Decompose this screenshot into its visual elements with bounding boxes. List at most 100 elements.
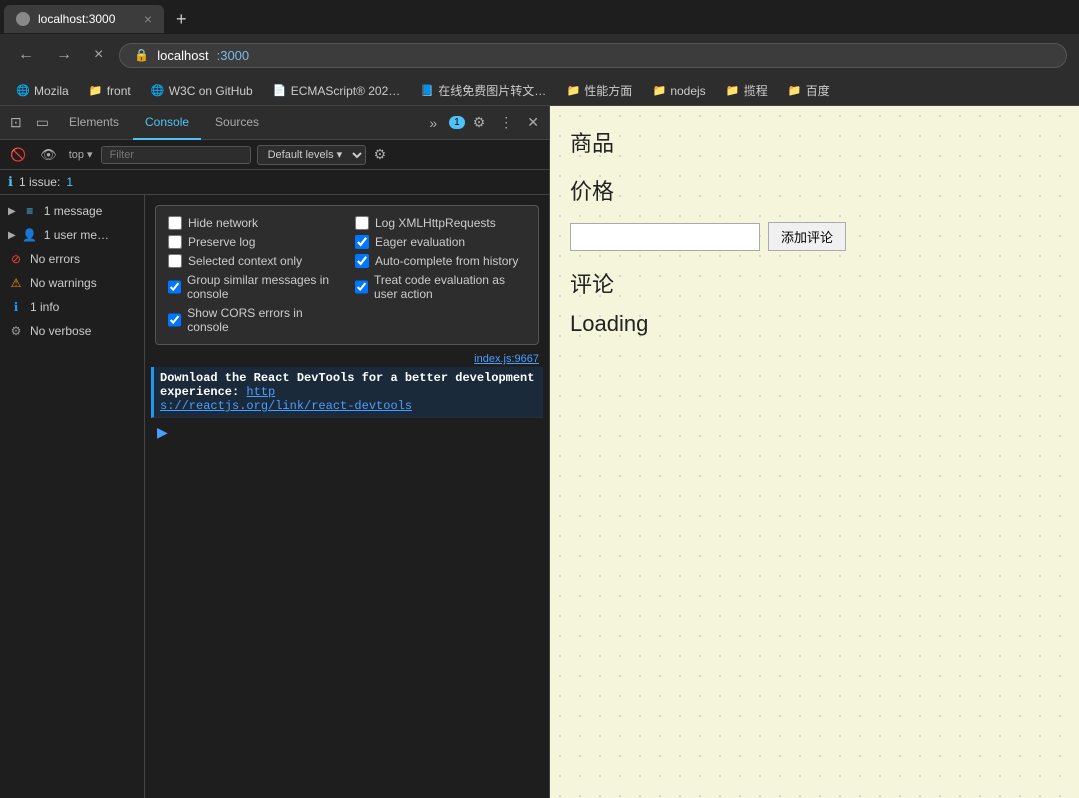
sidebar-user-label: 1 user me…	[44, 228, 109, 242]
bookmark-label: Mozila	[34, 84, 69, 98]
devtools-device-btn[interactable]: ▭	[30, 110, 55, 135]
devtools-toolbar: ⊡ ▭ Elements Console Sources » 1 ⚙ ⋮ ✕	[0, 106, 549, 140]
sidebar-errors-label: No errors	[30, 252, 80, 266]
log-xmlhttp-checkbox[interactable]	[355, 216, 369, 230]
sidebar-item-user-messages[interactable]: ▶ 👤 1 user me…	[0, 223, 144, 247]
settings-autocomplete: Auto-complete from history	[355, 252, 526, 270]
bookmark-perf[interactable]: 📁 性能方面	[558, 80, 640, 101]
expand-icon: ▶	[8, 230, 16, 241]
browser-chrome: localhost:3000 × + ← → × 🔒 localhost:300…	[0, 0, 1079, 106]
active-tab[interactable]: localhost:3000 ×	[4, 5, 164, 33]
sidebar-verbose-label: No verbose	[30, 324, 91, 338]
group-similar-checkbox[interactable]	[168, 280, 181, 294]
settings-log-xmlhttp: Log XMLHttpRequests	[355, 214, 526, 232]
console-main: Hide network Preserve log Selected conte…	[145, 195, 549, 798]
bookmark-tanc[interactable]: 📁 揽程	[718, 80, 776, 101]
bookmark-ecma[interactable]: 📄 ECMAScript® 202…	[265, 82, 409, 100]
bookmark-baidu[interactable]: 📁 百度	[780, 80, 838, 101]
sidebar-item-verbose[interactable]: ⚙ No verbose	[0, 319, 144, 343]
issues-info-icon: ℹ	[8, 174, 13, 190]
selected-context-label: Selected context only	[188, 254, 302, 268]
console-split: ▶ ≡ 1 message ▶ 👤 1 user me… ⊘ No errors…	[0, 195, 549, 798]
expand-icon: ▶	[8, 206, 16, 217]
more-icon[interactable]: »	[423, 111, 443, 135]
filter-input[interactable]	[101, 146, 251, 164]
issues-bar: ℹ 1 issue: 1	[0, 170, 549, 195]
messages-icon: ≡	[22, 203, 38, 219]
devtools-more-btn[interactable]: ⋮	[493, 110, 519, 135]
eager-eval-checkbox[interactable]	[355, 235, 369, 249]
devtools-select-mode-btn[interactable]: ⊡	[4, 110, 28, 135]
bookmarks-bar: 🌐 Mozila 📁 front 🌐 W3C on GitHub 📄 ECMAS…	[0, 76, 1079, 106]
address-protocol: localhost	[157, 48, 208, 63]
tab-close-btn[interactable]: ×	[144, 11, 152, 27]
selected-context-checkbox[interactable]	[168, 254, 182, 268]
webpage-content: 商品 价格 添加评论 评论 Loading	[570, 126, 1059, 337]
bookmark-icon: 📁	[89, 84, 103, 98]
forward-button[interactable]: →	[50, 44, 78, 66]
sidebar-item-info[interactable]: ℹ 1 info	[0, 295, 144, 319]
message-source-link[interactable]: index.js:9667	[474, 353, 539, 365]
bookmark-icon: 📁	[566, 84, 580, 98]
issues-badge: 1	[449, 116, 465, 129]
verbose-icon: ⚙	[8, 323, 24, 339]
tab-title: localhost:3000	[38, 12, 115, 26]
console-eye-btn[interactable]: 👁	[36, 145, 61, 165]
sidebar-item-errors[interactable]: ⊘ No errors	[0, 247, 144, 271]
preserve-log-checkbox[interactable]	[168, 235, 182, 249]
bookmark-label: 性能方面	[584, 82, 632, 99]
bookmark-nodejs[interactable]: 📁 nodejs	[644, 82, 713, 100]
hide-network-checkbox[interactable]	[168, 216, 182, 230]
bookmark-icon: 🌐	[16, 84, 30, 98]
main-area: ⊡ ▭ Elements Console Sources » 1 ⚙ ⋮ ✕ 🚫…	[0, 106, 1079, 798]
sidebar-item-messages[interactable]: ▶ ≡ 1 message	[0, 199, 144, 223]
bookmark-w3c[interactable]: 🌐 W3C on GitHub	[143, 82, 261, 100]
bookmark-mozila[interactable]: 🌐 Mozila	[8, 82, 77, 100]
tab-sources-label: Sources	[215, 115, 259, 129]
show-cors-label: Show CORS errors in console	[187, 306, 339, 334]
issues-label: 1 issue:	[19, 175, 60, 189]
bookmark-label: front	[107, 84, 131, 98]
add-comment-button[interactable]: 添加评论	[768, 222, 846, 251]
bookmark-label: ECMAScript® 202…	[291, 84, 401, 98]
settings-left-col: Hide network Preserve log Selected conte…	[168, 214, 339, 336]
console-gear-btn[interactable]: ⚙	[374, 146, 387, 163]
show-cors-checkbox[interactable]	[168, 313, 181, 327]
autocomplete-checkbox[interactable]	[355, 254, 369, 268]
add-comment-row: 添加评论	[570, 222, 1059, 251]
devtools-settings-btn[interactable]: ⚙	[467, 110, 492, 135]
warning-icon: ⚠	[8, 275, 24, 291]
level-selector[interactable]: Default levels ▾ Verbose Info Warnings E…	[257, 145, 366, 165]
tab-elements[interactable]: Elements	[57, 106, 131, 140]
close-button[interactable]: ×	[88, 44, 109, 66]
tab-elements-label: Elements	[69, 115, 119, 129]
tab-sources[interactable]: Sources	[203, 106, 271, 140]
settings-group-similar: Group similar messages in console	[168, 271, 339, 303]
reviews-label: 评论	[570, 267, 1059, 299]
console-toolbar: 🚫 👁 top ▾ Default levels ▾ Verbose Info …	[0, 140, 549, 170]
console-prompt-row: ▶	[151, 418, 543, 447]
tab-console[interactable]: Console	[133, 106, 201, 140]
bookmark-icon: 📄	[273, 84, 287, 98]
tab-favicon	[16, 12, 30, 26]
bookmark-zaixian[interactable]: 📘 在线免费图片转文…	[412, 80, 554, 101]
comment-input[interactable]	[570, 223, 760, 251]
devtools-close-btn[interactable]: ✕	[521, 110, 545, 135]
new-tab-button[interactable]: +	[168, 7, 195, 32]
bookmark-front[interactable]: 📁 front	[81, 82, 139, 100]
treat-code-checkbox[interactable]	[355, 280, 368, 294]
address-input[interactable]: 🔒 localhost:3000	[119, 43, 1067, 68]
more-tabs-btn[interactable]: »	[423, 111, 443, 135]
console-settings-panel: Hide network Preserve log Selected conte…	[155, 205, 539, 345]
treat-code-label: Treat code evaluation as user action	[374, 273, 526, 301]
console-clear-btn[interactable]: 🚫	[6, 145, 30, 165]
sidebar-messages-label: 1 message	[44, 204, 103, 218]
settings-hide-network: Hide network	[168, 214, 339, 232]
sidebar-item-warnings[interactable]: ⚠ No warnings	[0, 271, 144, 295]
product-label: 商品	[570, 126, 1059, 158]
loading-text: Loading	[570, 311, 1059, 337]
info-icon: ℹ	[8, 299, 24, 315]
prompt-arrow[interactable]: ▶	[157, 424, 168, 440]
back-button[interactable]: ←	[12, 44, 40, 66]
bookmark-icon: 📁	[652, 84, 666, 98]
